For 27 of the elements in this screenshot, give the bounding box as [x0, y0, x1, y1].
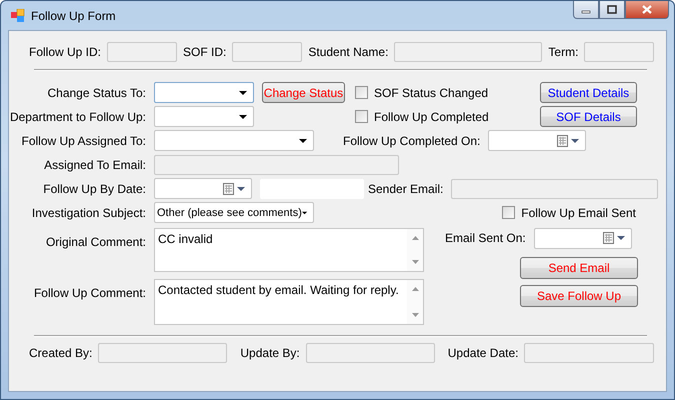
dropdown-field[interactable]: Other (please see comments)	[154, 202, 314, 223]
field-label: Follow Up Completed On:	[343, 134, 480, 148]
checkbox-label[interactable]: Follow Up Completed	[374, 110, 489, 124]
field-label: Original Comment:	[44, 235, 146, 249]
field-label: Follow Up Assigned To:	[20, 134, 146, 148]
field-label: Follow Up By Date:	[42, 182, 146, 196]
field-label: Update By:	[240, 346, 300, 360]
field-label: Investigation Subject:	[30, 206, 146, 220]
field-label: Email Sent On:	[445, 231, 526, 245]
checkbox-label[interactable]: Follow Up Email Sent	[521, 206, 636, 220]
window-title: Follow Up Form	[31, 8, 116, 22]
field-label: Sender Email:	[368, 182, 444, 196]
field-label: Change Status To:	[46, 86, 146, 100]
field-label: SOF ID:	[183, 45, 226, 59]
field-label: Student Name:	[308, 45, 388, 59]
field-label: Follow Up ID:	[29, 45, 102, 59]
field-label: Term:	[548, 45, 578, 59]
field-label: Update Date:	[448, 346, 518, 360]
button[interactable]: SOF Details	[540, 106, 637, 127]
field-label: Department to Follow Up:	[9, 110, 146, 124]
field-label: Assigned To Email:	[43, 158, 146, 172]
field-label: Created By:	[29, 346, 92, 360]
field-label: Follow Up Comment:	[32, 286, 146, 300]
button[interactable]: Student Details	[540, 82, 637, 103]
comment-field[interactable]: Contacted student by email. Waiting for reply.	[154, 279, 424, 325]
comment-field[interactable]: CC invalid	[154, 228, 424, 272]
checkbox-label[interactable]: SOF Status Changed	[374, 86, 488, 100]
